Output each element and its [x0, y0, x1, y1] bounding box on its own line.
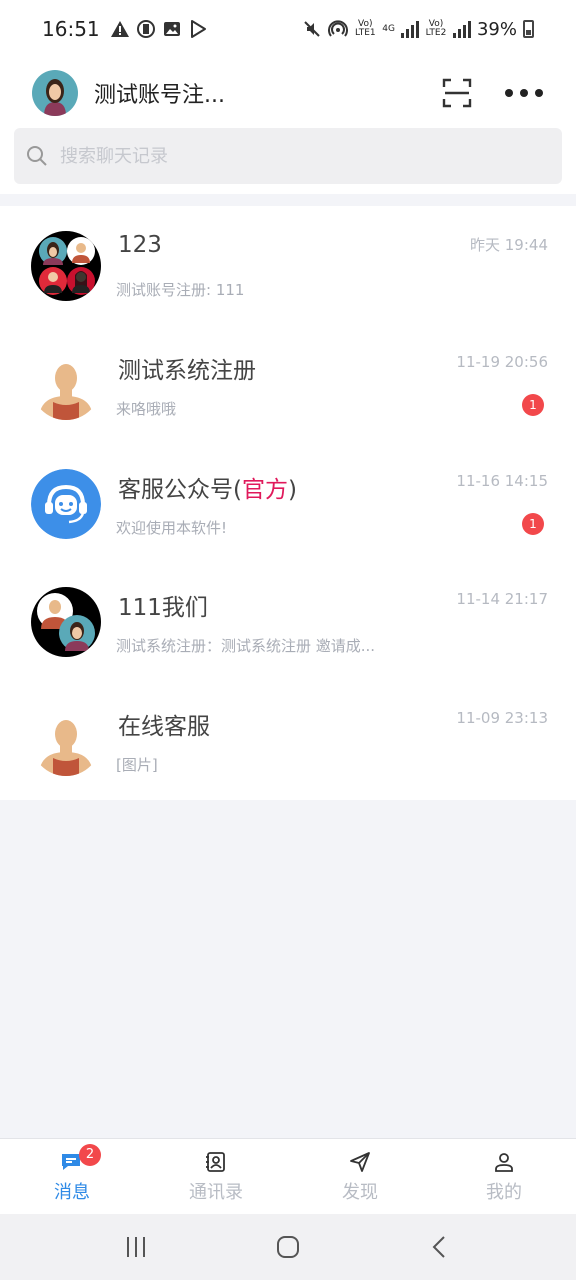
tab-discover[interactable]: 发现 — [288, 1139, 432, 1214]
tab-messages[interactable]: 消息 2 — [0, 1139, 144, 1214]
man-avatar — [31, 706, 101, 777]
tab-label: 通讯录 — [189, 1181, 243, 1203]
unread-badge: 1 — [522, 393, 544, 416]
service-avatar — [31, 468, 101, 539]
list-item[interactable]: 在线客服 11-09 23:13 [图片] — [0, 681, 576, 800]
battery-icon — [523, 20, 534, 38]
battery-percent: 39% — [476, 18, 517, 40]
system-nav-bar — [0, 1214, 576, 1280]
tab-label: 我的 — [486, 1181, 522, 1203]
app-header: 测试账号注... — [0, 58, 576, 128]
chat-preview: 测试账号注册: 111 — [116, 281, 245, 299]
chat-preview: 来咯哦哦 — [116, 399, 177, 418]
net-tag-2: Vo) LTE2 — [425, 19, 447, 38]
hotspot-icon — [328, 20, 349, 37]
signal-icon — [400, 20, 419, 38]
page-title: 测试账号注... — [94, 83, 225, 108]
unread-badge: 1 — [522, 512, 544, 535]
search-box[interactable] — [14, 128, 562, 184]
list-item[interactable]: 客服公众号(官方) 11-16 14:15 欢迎使用本软件! 1 — [0, 444, 576, 563]
group-avatar — [31, 231, 101, 301]
discover-icon — [350, 1151, 370, 1172]
chat-time: 11-19 20:56 — [456, 352, 548, 371]
scan-icon[interactable] — [442, 78, 472, 108]
tab-contacts[interactable]: 通讯录 — [144, 1139, 288, 1214]
official-tag: 官方 — [241, 476, 288, 503]
mute-icon — [304, 21, 320, 37]
chat-time: 昨天 19:44 — [470, 236, 548, 254]
tab-label: 发现 — [342, 1181, 378, 1203]
tab-profile[interactable]: 我的 — [432, 1139, 576, 1214]
chat-name: 在线客服 — [118, 714, 210, 741]
tab-bar: 消息 2 通讯录 发现 我的 — [0, 1138, 576, 1214]
man-avatar — [31, 349, 101, 420]
list-item[interactable]: 123 昨天 19:44 测试账号注册: 111 — [0, 206, 576, 325]
contacts-icon — [206, 1151, 225, 1172]
chat-preview: [图片] — [116, 756, 158, 775]
status-time: 16:51 — [42, 17, 100, 41]
chat-name: 客服公众号(官方) — [118, 476, 297, 503]
list-item[interactable]: 111我们 11-14 21:17 测试系统注册：测试系统注册 邀请成... — [0, 562, 576, 681]
chat-time: 11-16 14:15 — [456, 471, 548, 490]
list-item[interactable]: 测试系统注册 11-19 20:56 来咯哦哦 1 — [0, 325, 576, 444]
back-icon[interactable] — [428, 1235, 452, 1259]
status-bar: 16:51 Vo) LTE1 4G Vo) LTE2 39% — [0, 0, 576, 58]
avatar[interactable] — [32, 70, 78, 116]
warning-icon — [110, 21, 129, 37]
group-avatar — [31, 587, 101, 658]
chat-time: 11-09 23:13 — [456, 709, 548, 728]
chat-name: 测试系统注册 — [118, 357, 256, 384]
net-type: 4G — [382, 23, 395, 34]
profile-icon — [495, 1152, 513, 1172]
tab-label: 消息 — [54, 1181, 90, 1203]
more-icon[interactable] — [504, 88, 544, 98]
play-store-icon — [190, 20, 206, 38]
image-icon — [163, 22, 180, 36]
chat-name: 111我们 — [118, 595, 208, 622]
search-icon — [27, 146, 47, 166]
chat-preview: 欢迎使用本软件! — [116, 518, 228, 537]
chat-name: 123 — [118, 232, 162, 258]
search-input[interactable] — [60, 145, 500, 167]
signal-icon-2 — [452, 20, 471, 38]
home-icon[interactable] — [276, 1235, 300, 1259]
recent-apps-icon[interactable] — [124, 1235, 148, 1259]
search-area — [0, 128, 576, 194]
net-tag-1: Vo) LTE1 — [354, 19, 376, 38]
chat-time: 11-14 21:17 — [456, 590, 548, 609]
chat-preview: 测试系统注册：测试系统注册 邀请成... — [116, 637, 376, 656]
tab-badge: 2 — [79, 1144, 101, 1166]
sim-icon — [136, 20, 155, 38]
chat-list: 123 昨天 19:44 测试账号注册: 111 测试系统注册 11-19 20… — [0, 206, 576, 800]
